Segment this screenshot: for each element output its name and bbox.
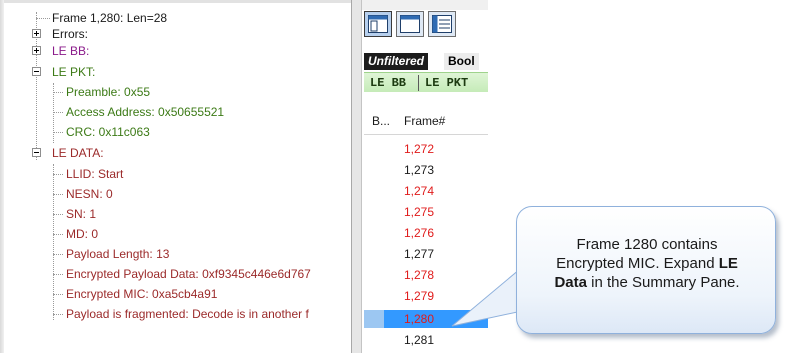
list-icon	[432, 15, 452, 33]
tree-branch	[53, 194, 63, 195]
tree-label-preamble: Preamble: 0x55	[66, 85, 151, 99]
header-divider	[364, 134, 488, 135]
frame-number: 1,274	[404, 184, 435, 198]
tree-label-md: MD: 0	[66, 227, 99, 241]
tree-label-payload-fragmented: Payload is fragmented: Decode is in anot…	[66, 307, 309, 321]
tree-label-le-bb: LE BB:	[52, 44, 90, 58]
filter-tab-unfiltered[interactable]: Unfiltered	[364, 53, 429, 70]
pane-layout-button[interactable]	[364, 11, 392, 37]
tree-row-encrypted-payload[interactable]: Encrypted Payload Data: 0xf9345c446e6d76…	[0, 266, 351, 282]
frame-number: 1,276	[404, 226, 435, 240]
callout-text: Frame 1280 contains Encrypted MIC. Expan…	[517, 235, 777, 292]
decode-tree-pane: Frame 1,280: Len=28 Errors: LE BB: LE PK…	[0, 0, 352, 353]
tree-branch	[53, 132, 63, 133]
tree-label-sn: SN: 1	[66, 207, 97, 221]
frame-number: 1,281	[404, 333, 435, 347]
callout-line-2: Encrypted MIC. Expand	[556, 255, 719, 272]
pane-splitter[interactable]	[352, 0, 362, 353]
tree-row-md[interactable]: MD: 0	[0, 226, 351, 242]
tree-row-payload-length[interactable]: Payload Length: 13	[0, 246, 351, 262]
frame-number: 1,277	[404, 247, 435, 261]
tree-row-le-pkt[interactable]: LE PKT:	[0, 64, 351, 80]
frame-number: 1,278	[404, 268, 435, 282]
frame-number: 1,272	[404, 142, 435, 156]
callout-line-1: Frame 1280 contains	[576, 236, 718, 253]
tree-label-errors: Errors:	[52, 27, 88, 41]
window-icon	[400, 15, 420, 33]
column-header-b[interactable]: B...	[372, 113, 390, 129]
summary-top-strip	[352, 0, 488, 10]
frame-row[interactable]: 1,274	[364, 182, 488, 200]
expand-plus-icon[interactable]	[32, 29, 41, 38]
tree-branch	[53, 254, 63, 255]
frame-row[interactable]: 1,276	[364, 224, 488, 242]
tree-row-frame[interactable]: Frame 1,280: Len=28	[0, 10, 351, 26]
tree-row-sn[interactable]: SN: 1	[0, 206, 351, 222]
tree-label-payload-length: Payload Length: 13	[66, 247, 170, 261]
tree-label-encrypted-mic: Encrypted MIC: 0xa5cb4a91	[66, 287, 218, 301]
tree-branch	[53, 234, 63, 235]
callout-line-3-bold: Data	[554, 274, 587, 291]
protocol-tabs: LE BB LE PKT	[364, 72, 488, 92]
tree-branch	[36, 18, 50, 19]
tree-label-access-address: Access Address: 0x50655521	[66, 105, 225, 119]
tree-label-nesn: NESN: 0	[66, 187, 113, 201]
tree-row-nesn[interactable]: NESN: 0	[0, 186, 351, 202]
frame-number: 1,275	[404, 205, 435, 219]
list-view-button[interactable]	[428, 11, 456, 37]
pane-layout-icon	[368, 15, 388, 33]
frame-number: 1,273	[404, 163, 435, 177]
tree-branch	[53, 294, 63, 295]
tree-row-crc[interactable]: CRC: 0x11c063	[0, 124, 351, 140]
callout-line-3: in the Summary Pane.	[586, 274, 740, 291]
tree-row-payload-fragmented[interactable]: Payload is fragmented: Decode is in anot…	[0, 306, 351, 322]
expand-minus-icon[interactable]	[32, 67, 41, 76]
frame-row[interactable]: 1,272	[364, 140, 488, 158]
callout-bubble: Frame 1280 contains Encrypted MIC. Expan…	[516, 206, 776, 334]
selected-b-cell	[364, 310, 384, 328]
tree-label-crc: CRC: 0x11c063	[66, 125, 150, 139]
tree-row-access-address[interactable]: Access Address: 0x50655521	[0, 104, 351, 120]
tree-branch	[53, 274, 63, 275]
frame-number: 1,279	[404, 289, 435, 303]
tree-label-frame: Frame 1,280: Len=28	[52, 11, 168, 25]
tree-row-encrypted-mic[interactable]: Encrypted MIC: 0xa5cb4a91	[0, 286, 351, 302]
frame-row[interactable]: 1,275	[364, 203, 488, 221]
callout-line-2-bold: LE	[718, 255, 738, 272]
frame-row[interactable]: 1,281	[364, 331, 488, 349]
tree-branch	[53, 174, 63, 175]
protocol-tab-le-pkt[interactable]: LE PKT	[425, 73, 468, 93]
expand-minus-icon[interactable]	[32, 148, 41, 157]
pane-top-strip	[4, 0, 351, 3]
frame-row[interactable]: 1,273	[364, 161, 488, 179]
tree-branch	[53, 92, 63, 93]
protocol-tab-divider	[418, 75, 419, 91]
tree-row-preamble[interactable]: Preamble: 0x55	[0, 84, 351, 100]
column-header-frame[interactable]: Frame#	[404, 113, 445, 129]
tree-branch	[53, 112, 63, 113]
tree-label-le-data: LE DATA:	[52, 146, 104, 160]
tree-label-llid: LLID: Start	[66, 167, 124, 181]
tree-branch	[53, 214, 63, 215]
expand-plus-icon[interactable]	[32, 46, 41, 55]
tree-row-errors[interactable]: Errors:	[0, 26, 351, 42]
tree-row-llid[interactable]: LLID: Start	[0, 166, 351, 182]
protocol-tab-le-bb[interactable]: LE BB	[370, 73, 406, 93]
tree-label-le-pkt: LE PKT:	[52, 65, 96, 79]
window-view-button[interactable]	[396, 11, 424, 37]
filter-tab-bool[interactable]: Bool	[444, 53, 479, 70]
frame-number: 1,280	[404, 312, 435, 326]
tree-branch	[53, 314, 63, 315]
tree-row-le-bb[interactable]: LE BB:	[0, 43, 351, 59]
tree-row-le-data[interactable]: LE DATA:	[0, 145, 351, 161]
tree-label-encrypted-payload: Encrypted Payload Data: 0xf9345c446e6d76…	[66, 267, 311, 281]
